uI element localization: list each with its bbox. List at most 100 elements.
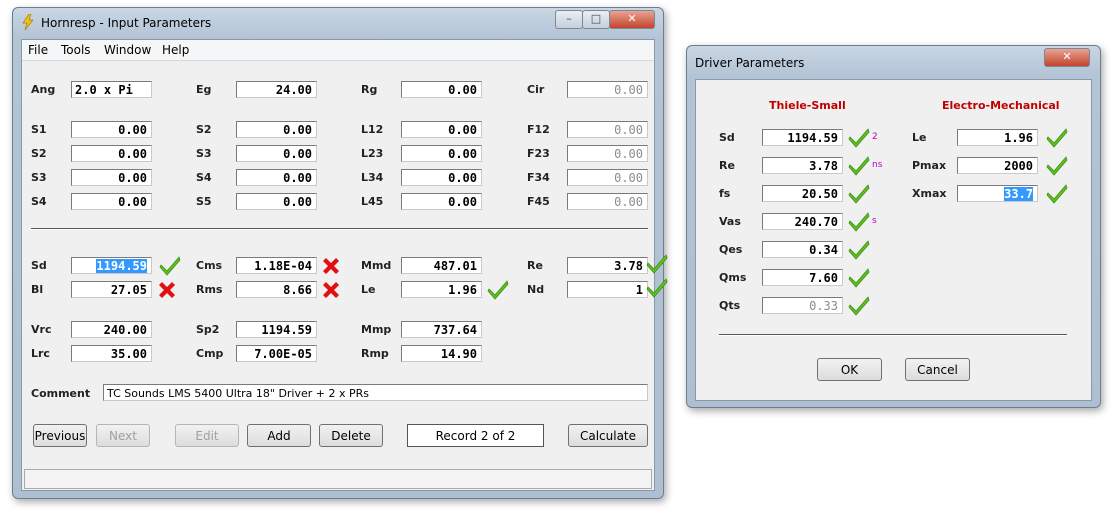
l45-label: L45 — [361, 195, 384, 208]
ts-qes-field[interactable]: 0.34 — [762, 241, 843, 258]
s3b-label: S3 — [196, 147, 212, 160]
ts-qms-label: Qms — [719, 271, 747, 284]
f34-field[interactable]: 0.00 — [567, 169, 648, 186]
ts-re-value: 3.78 — [809, 159, 838, 173]
em-pmax-label: Pmax — [912, 159, 947, 172]
previous-button[interactable]: Previous — [33, 424, 87, 447]
next-button[interactable]: Next — [96, 424, 150, 447]
vrc-value: 240.00 — [103, 323, 147, 337]
window-title: Hornresp - Input Parameters — [41, 16, 212, 30]
calculate-button[interactable]: Calculate — [568, 424, 648, 447]
rms-label: Rms — [196, 283, 223, 296]
ts-sd-label: Sd — [719, 131, 735, 144]
s3b-field[interactable]: 0.00 — [236, 145, 317, 162]
s1-value: 0.00 — [118, 123, 147, 137]
menu-file[interactable]: File — [28, 43, 48, 57]
l34-label: L34 — [361, 171, 384, 184]
em-xmax-label: Xmax — [912, 187, 947, 200]
nd-label: Nd — [527, 283, 545, 296]
menu-window[interactable]: Window — [104, 43, 151, 57]
le-field[interactable]: 1.96 — [401, 281, 482, 298]
ok-button[interactable]: OK — [817, 358, 882, 381]
sd-field[interactable]: 1194.59 — [71, 257, 152, 274]
vas-unit: s — [872, 216, 877, 226]
cir-field[interactable]: 0.00 — [567, 81, 648, 98]
ts-qms-field[interactable]: 7.60 — [762, 269, 843, 286]
f45-value: 0.00 — [614, 195, 643, 209]
nd-value: 1 — [635, 283, 643, 297]
cmp-value: 7.00E-05 — [254, 347, 312, 361]
rg-field[interactable]: 0.00 — [401, 81, 482, 98]
driver-title-bar[interactable]: Driver Parameters ✕ — [687, 46, 1100, 76]
menu-help[interactable]: Help — [162, 43, 189, 57]
s1-field[interactable]: 0.00 — [71, 121, 152, 138]
s2-field[interactable]: 0.00 — [71, 145, 152, 162]
ts-qes-label: Qes — [719, 243, 743, 256]
mmd-field[interactable]: 487.01 — [401, 257, 482, 274]
rms-value: 8.66 — [283, 283, 312, 297]
menu-tools[interactable]: Tools — [61, 43, 91, 57]
re-field[interactable]: 3.78 — [567, 257, 648, 274]
l34-field[interactable]: 0.00 — [401, 169, 482, 186]
rms-field[interactable]: 8.66 — [236, 281, 317, 298]
check-icon — [159, 254, 181, 276]
bl-field[interactable]: 27.05 — [71, 281, 152, 298]
comment-field[interactable]: TC Sounds LMS 5400 Ultra 18" Driver + 2 … — [103, 384, 648, 401]
ts-fs-label: fs — [719, 187, 731, 200]
re-value: 3.78 — [614, 259, 643, 273]
edit-button[interactable]: Edit — [175, 424, 239, 447]
s4-field[interactable]: 0.00 — [71, 193, 152, 210]
ts-vas-label: Vas — [719, 215, 741, 228]
f23-label: F23 — [527, 147, 550, 160]
mmp-field[interactable]: 737.64 — [401, 321, 482, 338]
ts-vas-field[interactable]: 240.70 — [762, 213, 843, 230]
ts-re-field[interactable]: 3.78 — [762, 157, 843, 174]
em-le-field[interactable]: 1.96 — [957, 129, 1038, 146]
s4-label: S4 — [31, 195, 47, 208]
cancel-button[interactable]: Cancel — [905, 358, 970, 381]
ts-fs-field[interactable]: 20.50 — [762, 185, 843, 202]
title-bar[interactable]: Hornresp - Input Parameters – □ ✕ — [13, 8, 663, 38]
f45-field[interactable]: 0.00 — [567, 193, 648, 210]
cms-field[interactable]: 1.18E-04 — [236, 257, 317, 274]
driver-close-button[interactable]: ✕ — [1044, 48, 1090, 67]
sp2-field[interactable]: 1194.59 — [236, 321, 317, 338]
vrc-field[interactable]: 240.00 — [71, 321, 152, 338]
ang-field[interactable]: 2.0 x Pi — [71, 81, 152, 98]
minimize-button[interactable]: – — [555, 10, 583, 29]
mmp-label: Mmp — [361, 323, 392, 336]
ts-fs-value: 20.50 — [801, 187, 838, 201]
f12-label: F12 — [527, 123, 550, 136]
ts-qts-field[interactable]: 0.33 — [762, 297, 843, 314]
l12-field[interactable]: 0.00 — [401, 121, 482, 138]
s2b-field[interactable]: 0.00 — [236, 121, 317, 138]
l23-field[interactable]: 0.00 — [401, 145, 482, 162]
nd-field[interactable]: 1 — [567, 281, 648, 298]
s3-field[interactable]: 0.00 — [71, 169, 152, 186]
cmp-field[interactable]: 7.00E-05 — [236, 345, 317, 362]
s5-field[interactable]: 0.00 — [236, 193, 317, 210]
l23-value: 0.00 — [448, 147, 477, 161]
ts-sd-field[interactable]: 1194.59 — [762, 129, 843, 146]
l34-value: 0.00 — [448, 171, 477, 185]
delete-button[interactable]: Delete — [319, 424, 383, 447]
maximize-button[interactable]: □ — [582, 10, 610, 29]
lrc-field[interactable]: 35.00 — [71, 345, 152, 362]
f12-field[interactable]: 0.00 — [567, 121, 648, 138]
add-button[interactable]: Add — [247, 424, 311, 447]
l45-field[interactable]: 0.00 — [401, 193, 482, 210]
eg-field[interactable]: 24.00 — [236, 81, 317, 98]
close-button[interactable]: ✕ — [609, 10, 655, 29]
l12-label: L12 — [361, 123, 384, 136]
sd-value: 1194.59 — [96, 259, 147, 273]
record-indicator: Record 2 of 2 — [407, 424, 544, 447]
em-pmax-field[interactable]: 2000 — [957, 157, 1038, 174]
f23-field[interactable]: 0.00 — [567, 145, 648, 162]
driver-window-title: Driver Parameters — [695, 56, 805, 70]
driver-parameters-window: Driver Parameters ✕ Thiele-Small Electro… — [686, 45, 1101, 408]
rmp-field[interactable]: 14.90 — [401, 345, 482, 362]
s4b-field[interactable]: 0.00 — [236, 169, 317, 186]
cms-label: Cms — [196, 259, 223, 272]
em-le-label: Le — [912, 131, 927, 144]
em-xmax-field[interactable]: 33.7 — [957, 185, 1038, 202]
